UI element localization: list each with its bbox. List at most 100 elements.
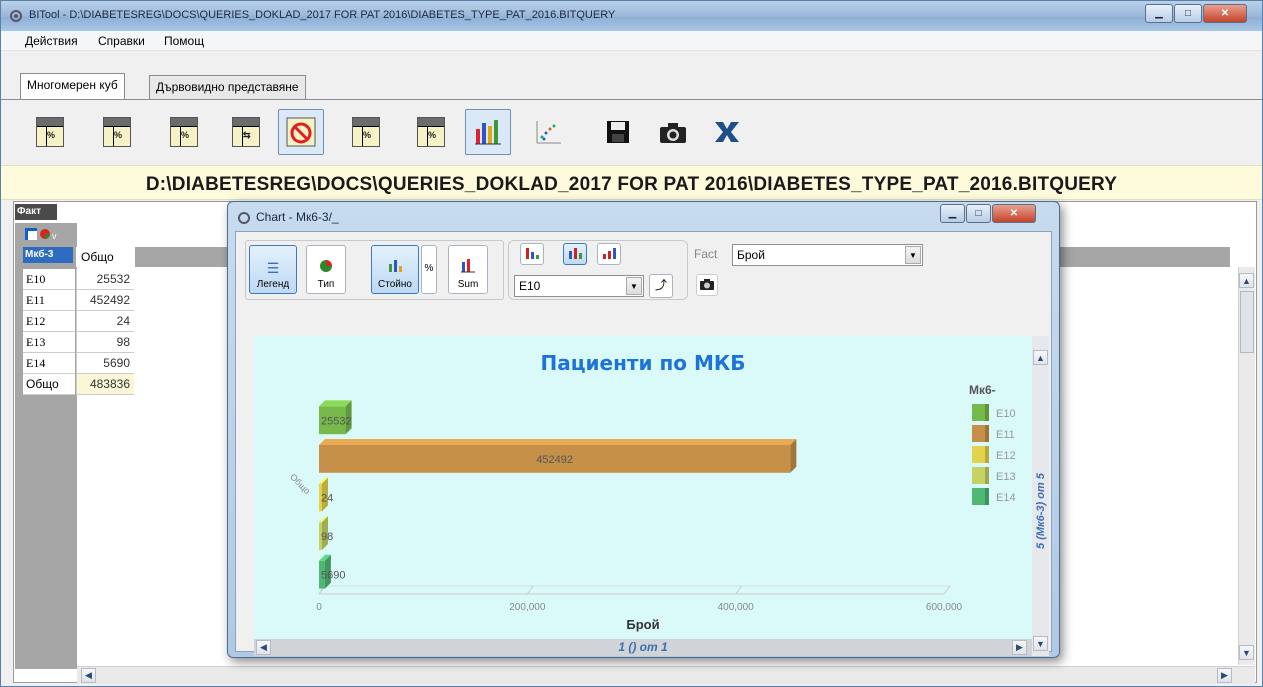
- maximize-button[interactable]: □: [1174, 4, 1202, 23]
- scroll-thumb[interactable]: [1240, 291, 1254, 353]
- minimize-button[interactable]: ▁: [1145, 4, 1173, 23]
- bar-values-icon: [387, 257, 403, 276]
- chart-maximize-button[interactable]: □: [966, 204, 991, 223]
- fact-select-value: Брой: [737, 248, 765, 262]
- chart-minimize-button[interactable]: ▁: [940, 204, 965, 223]
- sum-alt-button[interactable]: %: [408, 109, 454, 155]
- row-label[interactable]: E14: [23, 353, 75, 374]
- row-value: 5690: [76, 353, 134, 374]
- tab-multidim-cube[interactable]: Многомерен куб: [20, 73, 125, 100]
- chart-type-button[interactable]: Тип: [306, 245, 346, 294]
- legend-swatch-side: [985, 467, 989, 484]
- column-header[interactable]: Общо: [76, 247, 134, 267]
- percent-toggle-button[interactable]: %: [421, 245, 437, 294]
- legend-label: E14: [996, 492, 1016, 504]
- x-tick-label: 0: [316, 602, 322, 613]
- row-label[interactable]: E11: [23, 290, 75, 311]
- bar-value-label: 24: [321, 493, 333, 505]
- chart-snapshot-button[interactable]: [696, 274, 718, 296]
- export-excel-button[interactable]: [703, 109, 749, 155]
- scatter-chart-button[interactable]: [525, 109, 571, 155]
- percent-total-button[interactable]: %: [27, 109, 73, 155]
- save-button[interactable]: [595, 109, 641, 155]
- fact-header[interactable]: Факт: [15, 204, 57, 220]
- total-row-label[interactable]: Общо: [23, 374, 75, 395]
- y-axis-label: Общо: [288, 472, 312, 496]
- tab-panel-border: [1, 99, 1262, 100]
- bar-style-1-button[interactable]: [520, 243, 544, 265]
- pie-chart-icon: [319, 259, 333, 276]
- chart-close-button[interactable]: ✕: [992, 204, 1036, 223]
- bar-chart-button[interactable]: [465, 109, 511, 155]
- row-value: 25532: [76, 269, 134, 290]
- query-path: D:\DIABETESREG\DOCS\QUERIES_DOKLAD_2017 …: [145, 174, 1118, 195]
- menu-item-actions[interactable]: Действия: [25, 34, 78, 48]
- menu-bar: Действия Справки Помощ: [1, 31, 1262, 51]
- grid-horizontal-scrollbar[interactable]: ◀ ▶: [77, 666, 1255, 684]
- toolbar: % % % ⇆ % %: [13, 109, 1253, 159]
- bar-style-icon: [569, 247, 582, 259]
- percent-col-button[interactable]: %: [94, 109, 140, 155]
- x-tick-label: 200,000: [509, 602, 546, 613]
- scroll-up-icon[interactable]: ▲: [1033, 350, 1048, 365]
- x-tick: [735, 585, 743, 595]
- menu-item-help[interactable]: Помощ: [164, 34, 204, 48]
- row-value: 24: [76, 311, 134, 332]
- vertical-page-caption-wrap: 5 (Мк6-3) от 5: [1034, 376, 1048, 646]
- legend-swatch: [972, 425, 985, 442]
- no-filter-button[interactable]: [278, 109, 324, 155]
- bar-style-2-button[interactable]: [563, 243, 587, 265]
- chart-horizontal-scrollbar[interactable]: ◀ 1 () от 1 ▶: [254, 639, 1032, 656]
- bar-value-label: 25532: [321, 415, 352, 427]
- row-label[interactable]: E13: [23, 332, 75, 353]
- legend-swatch: [972, 488, 985, 505]
- legend-label: E10: [996, 408, 1016, 420]
- type-label: Тип: [317, 279, 335, 290]
- grid-sum-alt-icon: %: [417, 117, 445, 147]
- bar-style-icon: [526, 247, 539, 259]
- menu-item-references[interactable]: Справки: [98, 34, 145, 48]
- scroll-right-icon[interactable]: ▶: [1012, 640, 1027, 655]
- scatter-chart-icon: [536, 121, 561, 144]
- show-values-button[interactable]: Стойно: [371, 245, 419, 294]
- fact-select[interactable]: Брой ▼: [732, 244, 923, 266]
- row-label[interactable]: E10: [23, 269, 75, 290]
- bar-value-label: 5690: [321, 570, 345, 582]
- sum-chart-button[interactable]: Sum: [448, 245, 488, 294]
- row-label[interactable]: E12: [23, 311, 75, 332]
- bar-style-3-button[interactable]: [597, 243, 621, 265]
- chart-window-title: Chart - Мк6-3/_: [256, 210, 339, 224]
- tab-tree-view[interactable]: Дървовидно представяне: [149, 75, 306, 99]
- scroll-right-icon[interactable]: ▶: [1217, 668, 1232, 683]
- screenshot-button[interactable]: [650, 109, 696, 155]
- app-icon: [9, 9, 23, 23]
- legend-icon: ☰: [266, 260, 280, 276]
- bar-chart: Пациенти по МКБ 0 200,000 400,000 600,000 Бро…: [288, 351, 1016, 632]
- sum-button[interactable]: %: [343, 109, 389, 155]
- scroll-left-icon[interactable]: ◀: [81, 668, 96, 683]
- percent-row-button[interactable]: %: [161, 109, 207, 155]
- close-icon: ✕: [1009, 208, 1019, 219]
- legend-swatch: [972, 446, 985, 463]
- series-select[interactable]: E10 ▼: [514, 275, 644, 297]
- legend-label: E12: [996, 450, 1016, 462]
- chevron-down-icon: ▼: [626, 277, 642, 295]
- chart-app-icon: [237, 211, 251, 228]
- scroll-down-icon[interactable]: ▼: [1033, 636, 1048, 651]
- legend-toggle-button[interactable]: ☰ Легенд: [249, 245, 297, 294]
- expand-button[interactable]: ⇆: [223, 109, 269, 155]
- scroll-down-icon[interactable]: ▼: [1239, 645, 1254, 660]
- row-value: 98: [76, 332, 134, 353]
- legend-label: Легенд: [256, 279, 290, 290]
- excel-icon: [715, 122, 739, 142]
- scroll-up-icon[interactable]: ▲: [1239, 273, 1254, 288]
- chart-vertical-scrollbar[interactable]: ▲ 5 (Мк6-3) от 5 ▼: [1032, 336, 1049, 656]
- swap-axes-button[interactable]: ⤴: [649, 274, 673, 298]
- chart-client-area: ☰ Легенд Тип Стойно % Sum E10 ▼ ⤴ Fact Бр…: [235, 231, 1052, 656]
- legend-swatch-side: [985, 488, 989, 505]
- close-button[interactable]: ✕: [1203, 4, 1247, 23]
- grid-vertical-scrollbar[interactable]: ▲ ▼: [1238, 267, 1255, 665]
- pivot-icons: v: [25, 227, 59, 246]
- row-dimension-header[interactable]: Мкб-3: [23, 247, 73, 263]
- sum-bars-icon: [460, 257, 476, 276]
